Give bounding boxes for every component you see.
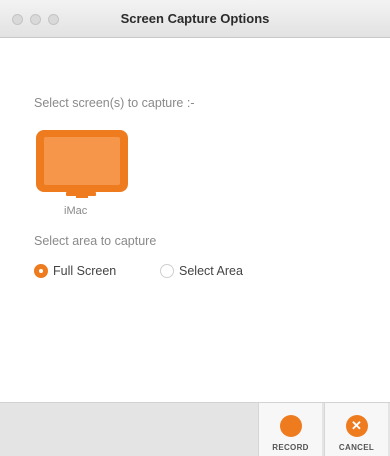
device-label-imac: iMac xyxy=(64,205,88,217)
radio-selected-icon xyxy=(34,264,48,278)
window-title: Screen Capture Options xyxy=(120,11,270,26)
cancel-button[interactable]: ✕ CANCEL xyxy=(324,403,388,456)
screen-capture-options-window: Screen Capture Options Select screen(s) … xyxy=(0,0,390,456)
select-area-radio[interactable]: Select Area xyxy=(160,264,243,278)
radio-unselected-icon xyxy=(160,264,174,278)
full-screen-label: Full Screen xyxy=(53,264,117,278)
select-area-label-text: Select Area xyxy=(179,264,243,278)
monitor-base xyxy=(66,192,96,196)
record-icon xyxy=(280,415,302,437)
cancel-button-label: CANCEL xyxy=(338,443,375,452)
full-screen-radio[interactable]: Full Screen xyxy=(34,264,116,278)
record-button-label: RECORD xyxy=(272,443,309,452)
select-area-label: Select area to capture xyxy=(34,234,157,248)
close-icon-glyph: ✕ xyxy=(351,418,362,433)
title-bar: Screen Capture Options xyxy=(0,0,390,38)
monitor-screen xyxy=(44,137,120,185)
footer-toolbar: RECORD ✕ CANCEL xyxy=(0,402,390,456)
monitor-icon[interactable] xyxy=(36,130,128,198)
record-button[interactable]: RECORD xyxy=(258,403,322,456)
select-screens-label: Select screen(s) to capture :- xyxy=(34,96,195,110)
